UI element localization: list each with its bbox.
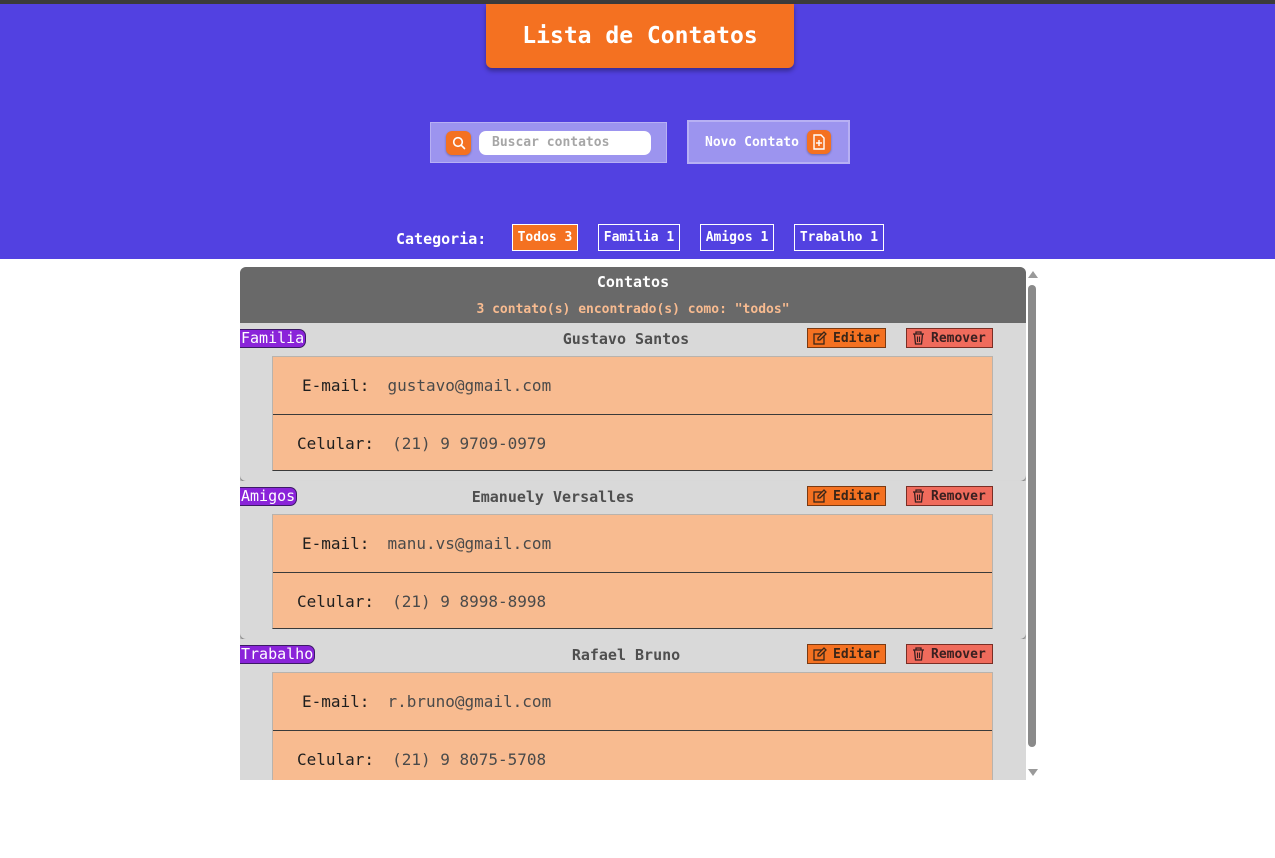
file-plus-icon	[806, 130, 831, 154]
new-contact-button[interactable]: Novo Contato	[687, 120, 850, 164]
search-icon[interactable]	[446, 130, 471, 155]
email-row: E-mail: gustavo@gmail.com	[273, 357, 992, 414]
contact-info: E-mail: gustavo@gmail.com Celular: (21) …	[272, 356, 993, 471]
edit-icon	[813, 331, 827, 345]
trash-icon	[913, 647, 924, 661]
search-input[interactable]	[479, 130, 651, 155]
edit-icon	[813, 489, 827, 503]
contact-name: Rafael Bruno	[571, 646, 681, 664]
edit-button[interactable]: Editar	[807, 644, 886, 664]
edit-icon	[813, 647, 827, 661]
panel-header: Contatos 3 contato(s) encontrado(s) como…	[240, 267, 1026, 323]
trash-icon	[913, 489, 924, 503]
phone-value: (21) 9 9709-0979	[392, 433, 547, 453]
phone-label: Celular:	[297, 749, 375, 769]
category-label: Categoria:	[396, 230, 487, 248]
panel-title: Contatos	[596, 273, 670, 291]
remove-button[interactable]: Remover	[906, 644, 993, 664]
results-count: 3 contato(s) encontrado(s) como: "todos"	[476, 302, 790, 317]
email-label: E-mail:	[302, 692, 370, 711]
email-value: gustavo@gmail.com	[387, 376, 552, 395]
scrollbar-thumb[interactable]	[1028, 285, 1036, 747]
contact-card: Amigos Emanuely Versalles Editar Remover…	[240, 481, 1026, 639]
email-value: manu.vs@gmail.com	[387, 534, 552, 553]
category-amigos[interactable]: Amigos 1	[700, 224, 774, 251]
edit-button[interactable]: Editar	[807, 328, 886, 348]
phone-row: Celular: (21) 9 8998-8998	[273, 572, 992, 629]
edit-button[interactable]: Editar	[807, 486, 886, 506]
email-value: r.bruno@gmail.com	[387, 692, 552, 711]
contacts-panel: Contatos 3 contato(s) encontrado(s) como…	[240, 267, 1026, 780]
remove-button[interactable]: Remover	[906, 328, 993, 348]
phone-label: Celular:	[297, 433, 375, 453]
phone-value: (21) 9 8998-8998	[392, 591, 547, 611]
new-contact-label: Novo Contato	[705, 134, 799, 150]
phone-value: (21) 9 8075-5708	[392, 749, 547, 769]
contact-name: Gustavo Santos	[562, 330, 690, 348]
phone-row: Celular: (21) 9 9709-0979	[273, 414, 992, 471]
category-trabalho[interactable]: Trabalho 1	[794, 224, 884, 251]
email-row: E-mail: r.bruno@gmail.com	[273, 673, 992, 730]
contact-card: Trabalho Rafael Bruno Editar Remover E-m…	[240, 639, 1026, 780]
contact-info: E-mail: r.bruno@gmail.com Celular: (21) …	[272, 672, 993, 780]
remove-button[interactable]: Remover	[906, 486, 993, 506]
phone-row: Celular: (21) 9 8075-5708	[273, 730, 992, 780]
category-familia[interactable]: Familia 1	[598, 224, 680, 251]
scrollbar[interactable]	[1026, 267, 1040, 780]
search-bar	[430, 122, 667, 163]
page-title: Lista de Contatos	[486, 4, 794, 68]
phone-label: Celular:	[297, 591, 375, 611]
scroll-up-arrow-icon[interactable]	[1028, 271, 1038, 278]
contact-info: E-mail: manu.vs@gmail.com Celular: (21) …	[272, 514, 993, 629]
trash-icon	[913, 331, 924, 345]
contact-card: Familia Gustavo Santos Editar Remover E-…	[240, 323, 1026, 481]
email-row: E-mail: manu.vs@gmail.com	[273, 515, 992, 572]
category-todos[interactable]: Todos 3	[512, 224, 578, 251]
email-label: E-mail:	[302, 376, 370, 395]
header: Lista de Contatos Novo Contato Categoria…	[0, 4, 1275, 259]
scroll-down-arrow-icon[interactable]	[1028, 769, 1038, 776]
email-label: E-mail:	[302, 534, 370, 553]
